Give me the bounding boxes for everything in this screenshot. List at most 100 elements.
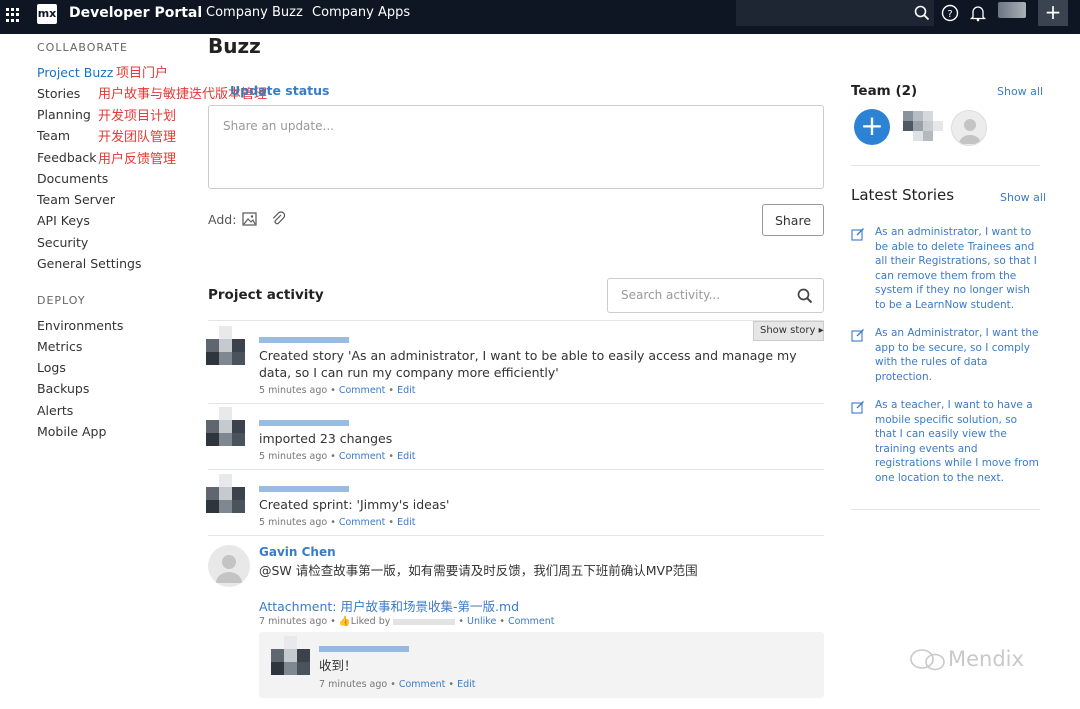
reply-time: 7 minutes ago (319, 679, 388, 690)
sidebar-item-project-buzz[interactable]: Project Buzz (37, 65, 113, 80)
edit-link[interactable]: Edit (397, 517, 415, 528)
notification-bell-icon[interactable] (969, 4, 987, 22)
team-member-avatar[interactable] (951, 110, 987, 146)
activity-time: 5 minutes ago (259, 451, 328, 462)
deploy-heading: DEPLOY (37, 294, 86, 307)
search-icon[interactable] (913, 4, 931, 22)
sidebar-item-team-server[interactable]: Team Server (37, 192, 115, 207)
team-show-all-link[interactable]: Show all (997, 85, 1043, 98)
divider (208, 535, 824, 536)
add-team-member-button[interactable]: + (854, 109, 890, 145)
sidebar-item-api-keys[interactable]: API Keys (37, 213, 90, 228)
wechat-icon (910, 649, 945, 671)
nav-company-buzz[interactable]: Company Buzz (206, 5, 303, 20)
sidebar-item-metrics[interactable]: Metrics (37, 339, 82, 354)
divider (208, 469, 824, 470)
update-status-tab[interactable]: Update status (230, 83, 329, 98)
edit-link[interactable]: Edit (397, 451, 415, 462)
reply-text: 收到！ (319, 658, 357, 673)
activity-text: Created story 'As an administrator, I wa… (259, 348, 797, 380)
mendix-watermark: Mendix (908, 647, 1024, 672)
liked-by-label: Liked by (350, 616, 391, 627)
add-label: Add: (208, 212, 237, 227)
sidebar-item-team[interactable]: Team (37, 128, 70, 143)
share-update-input[interactable]: Share an update... (208, 105, 824, 189)
portal-brand[interactable]: Developer Portal (69, 5, 202, 21)
comment-link[interactable]: Comment (339, 451, 386, 462)
activity-user-blurred[interactable] (259, 486, 349, 492)
sidebar-item-mobile-app[interactable]: Mobile App (37, 424, 106, 439)
attachment-icon[interactable] (271, 211, 286, 227)
sidebar-item-general-settings[interactable]: General Settings (37, 256, 142, 271)
reply-box: 收到！ 7 minutes ago • Comment • Edit (259, 632, 824, 698)
mendix-logo: mx (37, 4, 57, 24)
story-text[interactable]: As a teacher, I want to have a mobile sp… (875, 398, 1041, 486)
activity-time: 5 minutes ago (259, 517, 328, 528)
edit-link[interactable]: Edit (397, 385, 415, 396)
sidebar-item-alerts[interactable]: Alerts (37, 403, 73, 418)
watermark-text: Mendix (948, 647, 1024, 671)
gavin-avatar (208, 545, 250, 587)
help-icon[interactable]: ? (941, 4, 959, 22)
annotation-planning: 开发项目计划 (98, 109, 177, 124)
divider (208, 403, 824, 404)
team-heading: Team (2) (851, 83, 918, 99)
project-activity-heading: Project activity (208, 287, 324, 303)
reply-avatar (271, 636, 311, 676)
thumbs-up-icon: 👍 (338, 616, 351, 627)
activity-text: @SW 请检查故事第一版，如有需要请及时反馈，我们周五下班前确认MVP范围 (259, 563, 698, 578)
story-text[interactable]: As an administrator, I want to be able t… (875, 225, 1041, 313)
share-button[interactable]: Share (762, 204, 824, 236)
team-member-avatar[interactable] (903, 111, 943, 141)
activity-meta: 7 minutes ago • 👍Liked by • Unlike • Com… (259, 616, 555, 627)
search-icon[interactable] (797, 288, 813, 304)
activity-user-blurred[interactable] (259, 337, 349, 343)
unlike-link[interactable]: Unlike (467, 616, 496, 627)
liked-by-blurred (393, 618, 456, 625)
sidebar-item-backups[interactable]: Backups (37, 381, 89, 396)
activity-user[interactable]: Gavin Chen (259, 545, 336, 559)
sidebar-item-feedback[interactable]: Feedback (37, 150, 97, 165)
annotation-team: 开发团队管理 (98, 130, 177, 145)
activity-text: Created sprint: 'Jimmy's ideas' (259, 497, 450, 512)
sidebar-item-planning[interactable]: Planning (37, 107, 91, 122)
divider (208, 320, 824, 321)
edit-link[interactable]: Edit (457, 679, 475, 690)
nav-company-apps[interactable]: Company Apps (312, 5, 410, 20)
image-icon[interactable] (242, 212, 257, 226)
edit-story-icon (851, 329, 864, 342)
activity-meta: 5 minutes ago • Comment • Edit (259, 385, 416, 396)
activity-avatar (206, 326, 246, 366)
activity-time: 7 minutes ago (259, 616, 328, 627)
app-grid-icon[interactable] (6, 8, 20, 22)
collaborate-heading: COLLABORATE (37, 41, 128, 54)
comment-link[interactable]: Comment (508, 616, 555, 627)
edit-story-icon (851, 401, 864, 414)
show-story-button[interactable]: Show story ▸ (753, 321, 824, 341)
sidebar-item-documents[interactable]: Documents (37, 171, 108, 186)
top-search-input[interactable] (736, 0, 934, 26)
comment-link[interactable]: Comment (339, 517, 386, 528)
comment-link[interactable]: Comment (399, 679, 446, 690)
sidebar-item-logs[interactable]: Logs (37, 360, 66, 375)
divider (851, 165, 1040, 166)
story-text[interactable]: As an Administrator, I want the app to b… (875, 326, 1041, 384)
create-button[interactable]: + (1038, 0, 1068, 26)
comment-link[interactable]: Comment (339, 385, 386, 396)
stories-show-all-link[interactable]: Show all (1000, 191, 1046, 204)
sidebar-item-environments[interactable]: Environments (37, 318, 123, 333)
sidebar-item-security[interactable]: Security (37, 235, 88, 250)
activity-text: imported 23 changes (259, 431, 393, 446)
divider (851, 509, 1040, 510)
reply-user-blurred[interactable] (319, 646, 409, 652)
reply-meta: 7 minutes ago • Comment • Edit (319, 679, 476, 690)
search-activity-input[interactable]: Search activity... (607, 278, 824, 313)
user-avatar[interactable] (998, 2, 1026, 18)
latest-stories-heading: Latest Stories (851, 186, 955, 204)
activity-time: 5 minutes ago (259, 385, 328, 396)
sidebar-item-stories[interactable]: Stories (37, 86, 80, 101)
svg-text:?: ? (947, 9, 952, 20)
attachment-link[interactable]: Attachment: 用户故事和场景收集-第一版.md (259, 596, 519, 615)
activity-user-blurred[interactable] (259, 420, 349, 426)
annotation-feedback: 用户反馈管理 (98, 152, 177, 167)
